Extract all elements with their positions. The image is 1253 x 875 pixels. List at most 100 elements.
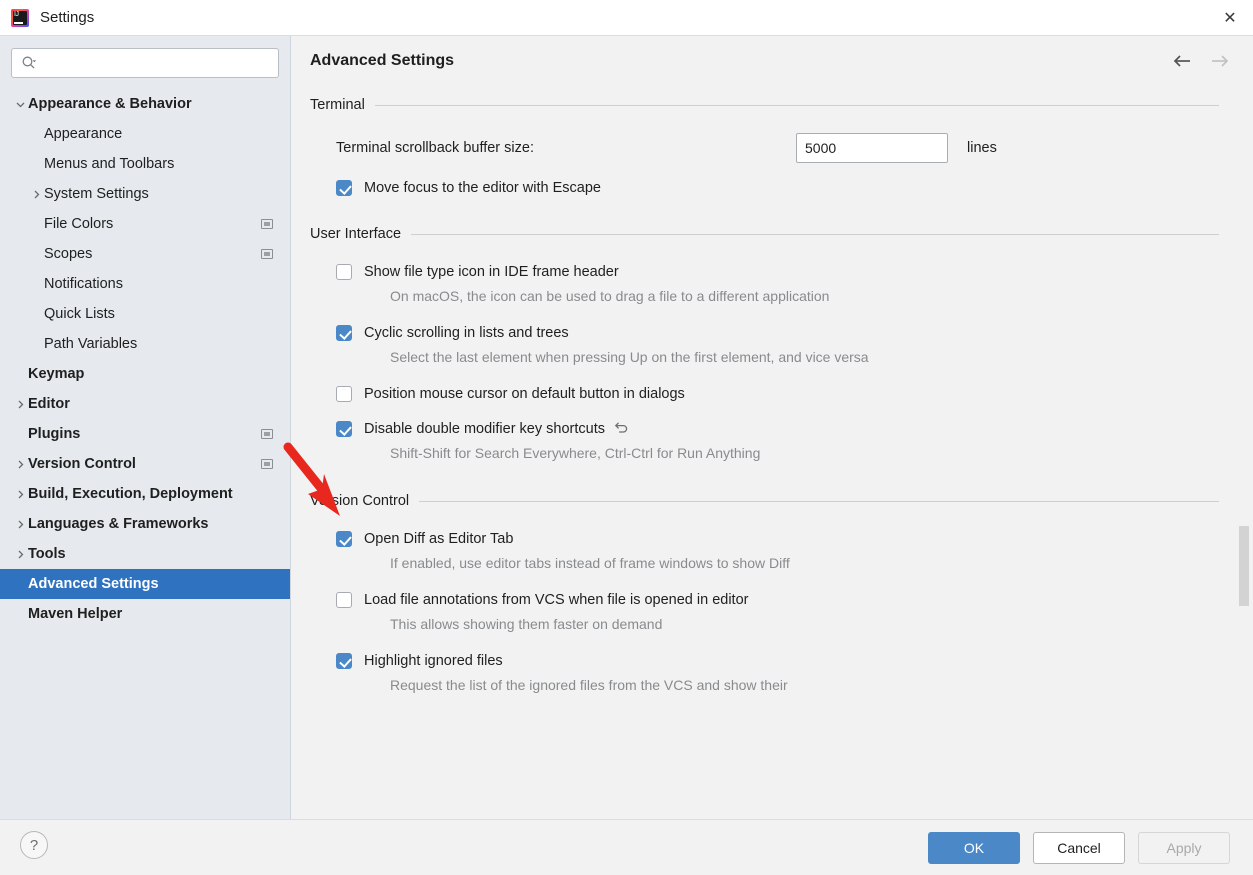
- sidebar-item-build-execution-deployment[interactable]: Build, Execution, Deployment: [0, 479, 290, 509]
- cancel-button[interactable]: Cancel: [1033, 832, 1125, 864]
- chevron-right-icon[interactable]: [12, 396, 28, 412]
- sidebar-item-maven-helper[interactable]: Maven Helper: [0, 599, 290, 629]
- checkbox-checked[interactable]: [336, 421, 352, 437]
- sidebar-item-languages-frameworks[interactable]: Languages & Frameworks: [0, 509, 290, 539]
- settings-group: User Interface Show file type icon in IDE…: [310, 221, 1219, 464]
- option-row[interactable]: Cyclic scrolling in lists and trees: [336, 324, 1219, 342]
- sidebar-item-label: Appearance & Behavior: [28, 96, 192, 112]
- vertical-scrollbar[interactable]: [1239, 92, 1249, 819]
- sidebar-item-editor[interactable]: Editor: [0, 389, 290, 419]
- option-label-text: Open Diff as Editor Tab: [364, 531, 514, 547]
- group-divider: [374, 104, 1219, 106]
- setting-option: Cyclic scrolling in lists and trees Selec…: [310, 324, 1219, 368]
- group-title: Version Control: [310, 493, 410, 509]
- sidebar-item-label: Build, Execution, Deployment: [28, 486, 233, 502]
- option-label: Load file annotations from VCS when file…: [364, 591, 748, 609]
- option-label: Move focus to the editor with Escape: [364, 179, 601, 197]
- close-icon[interactable]: ✕: [1207, 0, 1253, 35]
- search-box[interactable]: [11, 48, 279, 78]
- scrollback-buffer-size-input[interactable]: [796, 133, 948, 163]
- forward-arrow-icon: [1209, 50, 1231, 72]
- checkbox-checked[interactable]: [336, 180, 352, 196]
- checkbox-checked[interactable]: [336, 531, 352, 547]
- settings-scroll-area: Terminal Terminal scrollback buffer size:…: [292, 92, 1253, 819]
- ok-button[interactable]: OK: [928, 832, 1020, 864]
- chevron-right-icon[interactable]: [12, 486, 28, 502]
- option-row[interactable]: Disable double modifier key shortcuts: [336, 420, 1219, 438]
- option-label-text: Position mouse cursor on default button …: [364, 386, 685, 402]
- group-header: User Interface: [310, 221, 1219, 247]
- option-label-text: Load file annotations from VCS when file…: [364, 592, 749, 608]
- sidebar-item-advanced-settings[interactable]: Advanced Settings: [0, 569, 290, 599]
- option-label: Highlight ignored files: [364, 652, 503, 670]
- settings-tree: Appearance & Behavior Appearance Menus and…: [0, 89, 290, 629]
- settings-window: IJ Settings ✕ Appearance & Behavior Appea…: [0, 0, 1253, 875]
- sidebar-item-label: System Settings: [44, 186, 149, 202]
- sidebar-item-label: File Colors: [44, 216, 114, 232]
- sidebar-item-label: Languages & Frameworks: [28, 516, 209, 532]
- option-label-text: Move focus to the editor with Escape: [364, 180, 601, 196]
- field-unit-label: lines: [967, 140, 997, 156]
- sidebar-item-tools[interactable]: Tools: [0, 539, 290, 569]
- settings-content: Advanced Settings Terminal Terminal scro…: [292, 36, 1253, 819]
- chevron-right-icon[interactable]: [28, 186, 44, 202]
- option-label-text: Cyclic scrolling in lists and trees: [364, 325, 569, 341]
- title-bar: IJ Settings ✕: [0, 0, 1253, 36]
- sidebar-item-notifications[interactable]: Notifications: [0, 269, 290, 299]
- sidebar-item-appearance-behavior[interactable]: Appearance & Behavior: [0, 89, 290, 119]
- help-button[interactable]: ?: [20, 831, 48, 859]
- option-label: Open Diff as Editor Tab: [364, 530, 513, 548]
- option-label-text: Show file type icon in IDE frame header: [364, 264, 619, 280]
- option-row[interactable]: Load file annotations from VCS when file…: [336, 591, 1219, 609]
- sidebar-item-plugins[interactable]: Plugins: [0, 419, 290, 449]
- sidebar-item-label: Maven Helper: [28, 606, 123, 622]
- sidebar-item-file-colors[interactable]: File Colors: [0, 209, 290, 239]
- option-label: Show file type icon in IDE frame header: [364, 263, 619, 281]
- nav-arrows: [1171, 50, 1231, 72]
- settings-groups: Terminal Terminal scrollback buffer size:…: [292, 92, 1253, 696]
- sidebar-item-keymap[interactable]: Keymap: [0, 359, 290, 389]
- sidebar-item-label: Version Control: [28, 456, 136, 472]
- revert-icon[interactable]: [614, 420, 630, 435]
- sidebar-item-path-variables[interactable]: Path Variables: [0, 329, 290, 359]
- chevron-right-icon[interactable]: [12, 456, 28, 472]
- option-description: If enabled, use editor tabs instead of f…: [390, 555, 790, 571]
- checkbox-unchecked[interactable]: [336, 264, 352, 280]
- page-title: Advanced Settings: [310, 52, 455, 69]
- option-row[interactable]: Position mouse cursor on default button …: [336, 385, 1219, 403]
- setting-option: Load file annotations from VCS when file…: [310, 591, 1219, 635]
- option-description: This allows showing them faster on deman…: [390, 616, 663, 632]
- sidebar-item-system-settings[interactable]: System Settings: [0, 179, 290, 209]
- chevron-down-icon[interactable]: [12, 96, 28, 112]
- search-icon: [21, 55, 37, 71]
- checkbox-unchecked[interactable]: [336, 386, 352, 402]
- option-row[interactable]: Open Diff as Editor Tab: [336, 530, 1219, 548]
- sidebar-item-quick-lists[interactable]: Quick Lists: [0, 299, 290, 329]
- group-divider: [411, 233, 1219, 235]
- group-header: Terminal: [310, 92, 1219, 118]
- checkbox-unchecked[interactable]: [336, 592, 352, 608]
- chevron-right-icon[interactable]: [12, 546, 28, 562]
- sidebar-item-scopes[interactable]: Scopes: [0, 239, 290, 269]
- scrollbar-thumb[interactable]: [1239, 526, 1249, 606]
- sidebar-item-label: Advanced Settings: [28, 576, 159, 592]
- settings-group: Version Control Open Diff as Editor Tab If…: [310, 488, 1219, 696]
- screen-icon: [261, 429, 273, 439]
- back-arrow-icon[interactable]: [1171, 50, 1193, 72]
- checkbox-checked[interactable]: [336, 653, 352, 669]
- sidebar-item-label: Keymap: [28, 366, 85, 382]
- option-description: Select the last element when pressing Up…: [390, 349, 869, 365]
- option-row[interactable]: Highlight ignored files: [336, 652, 1219, 670]
- sidebar-item-menus-and-toolbars[interactable]: Menus and Toolbars: [0, 149, 290, 179]
- option-row[interactable]: Move focus to the editor with Escape: [336, 179, 1219, 197]
- option-description: Shift-Shift for Search Everywhere, Ctrl-…: [390, 445, 761, 461]
- sidebar-item-label: Quick Lists: [44, 306, 115, 322]
- sidebar-item-version-control[interactable]: Version Control: [0, 449, 290, 479]
- search-input[interactable]: [37, 50, 278, 76]
- checkbox-checked[interactable]: [336, 325, 352, 341]
- option-row[interactable]: Show file type icon in IDE frame header: [336, 263, 1219, 281]
- setting-field-row: Terminal scrollback buffer size: lines: [310, 133, 1219, 163]
- setting-option: Open Diff as Editor Tab If enabled, use e…: [310, 530, 1219, 574]
- sidebar-item-appearance[interactable]: Appearance: [0, 119, 290, 149]
- chevron-right-icon[interactable]: [12, 516, 28, 532]
